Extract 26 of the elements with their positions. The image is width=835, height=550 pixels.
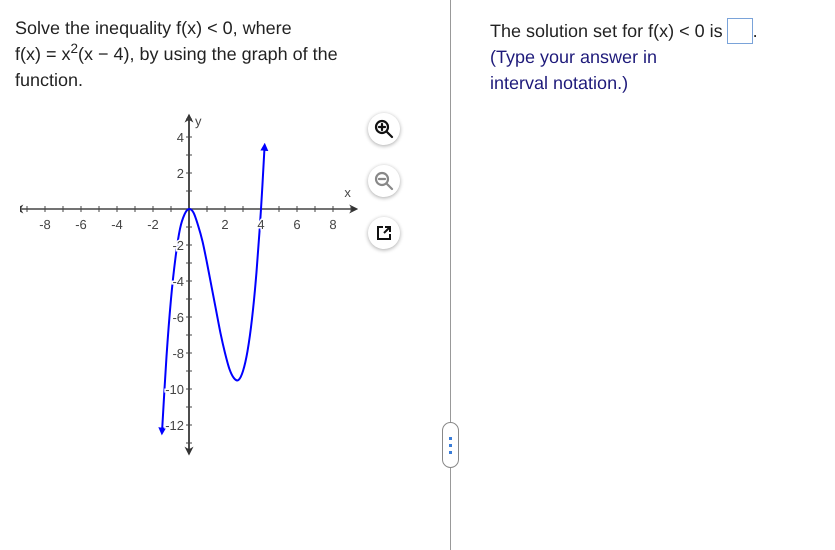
zoom-out-icon	[374, 171, 394, 191]
x-tick-label: -4	[111, 217, 123, 232]
answer-field[interactable]	[726, 18, 753, 44]
popout-icon	[375, 224, 393, 242]
popout-button[interactable]	[368, 217, 400, 249]
splitter-handle[interactable]	[442, 422, 459, 468]
y-tick-label: 2	[176, 166, 184, 181]
answer-hint: (Type your answer in interval notation.)	[490, 46, 658, 95]
y-axis-label: y	[195, 113, 202, 128]
zoom-in-icon	[374, 119, 394, 139]
y-tick-label: -10	[165, 382, 184, 397]
y-tick-label: -12	[165, 418, 184, 433]
y-tick-label: -6	[172, 310, 184, 325]
x-tick-label: -2	[147, 217, 159, 232]
x-tick-label: 8	[329, 217, 337, 232]
y-tick-label: -8	[172, 346, 184, 361]
x-axis-label: x	[344, 185, 351, 200]
problem-statement: Solve the inequality f(x) < 0, where f(x) = x$^{2}$(x − 4), by using the graph of the function.	[15, 17, 339, 92]
answer-prompt: The solution set for f(x) < 0 is	[490, 20, 723, 43]
x-tick-label: 6	[293, 217, 301, 232]
x-tick-label: -8	[39, 217, 51, 232]
x-tick-label: 2	[221, 217, 229, 232]
zoom-in-button[interactable]	[368, 113, 400, 145]
y-tick-label: 4	[176, 130, 184, 145]
x-tick-label: -6	[75, 217, 87, 232]
answer-suffix: .	[752, 20, 758, 43]
